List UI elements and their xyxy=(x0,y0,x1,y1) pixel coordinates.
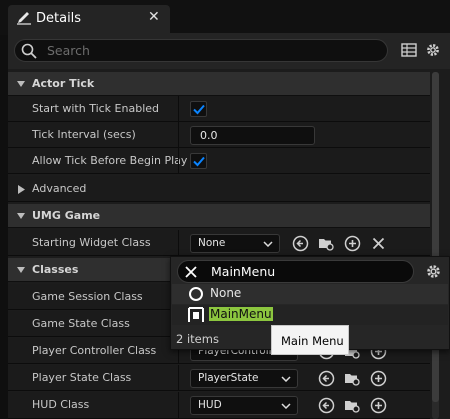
add-new-icon[interactable] xyxy=(370,397,387,414)
property-label: Player State Class xyxy=(32,371,132,384)
clear-search-icon[interactable] xyxy=(184,265,198,279)
class-picker-search-value: MainMenu xyxy=(211,264,276,279)
tab-title: Details xyxy=(36,11,82,26)
hud-value: HUD xyxy=(198,399,222,411)
allow-tick-checkbox[interactable] xyxy=(190,153,207,169)
starting-widget-value: None xyxy=(198,237,226,249)
column-divider[interactable] xyxy=(178,230,179,256)
details-tab[interactable]: Details ✕ xyxy=(8,5,170,33)
player-state-value: PlayerState xyxy=(198,372,259,384)
chevron-down-icon xyxy=(281,376,291,382)
property-row-hud: HUD Class HUD xyxy=(8,392,430,419)
tab-bar: Details ✕ xyxy=(0,0,450,35)
property-label: Tick Interval (secs) xyxy=(32,128,136,141)
item-count: 2 items xyxy=(176,332,219,346)
advanced-label: Advanced xyxy=(32,182,87,195)
category-label: Classes xyxy=(32,263,79,276)
class-option-label-highlighted: MainMenu xyxy=(209,307,273,321)
category-label: UMG Game xyxy=(32,209,101,222)
chevron-right-icon xyxy=(18,185,25,194)
tooltip-text: Main Menu xyxy=(281,334,344,348)
category-label: Actor Tick xyxy=(32,77,95,90)
tick-interval-value: 0.0 xyxy=(200,129,218,142)
close-tab-icon[interactable]: ✕ xyxy=(148,9,160,25)
browse-folder-icon[interactable] xyxy=(344,397,361,414)
tick-interval-field[interactable]: 0.0 xyxy=(190,126,315,145)
chevron-down-icon xyxy=(17,81,25,87)
column-divider[interactable] xyxy=(178,122,179,148)
property-row-advanced[interactable]: Advanced xyxy=(8,176,430,202)
settings-gear-icon[interactable] xyxy=(425,263,442,280)
category-umg-game[interactable]: UMG Game xyxy=(8,204,430,228)
property-label: Starting Widget Class xyxy=(32,236,151,249)
scrollbar-thumb[interactable] xyxy=(432,72,439,402)
start-with-tick-checkbox[interactable] xyxy=(190,101,207,117)
checkmark-icon xyxy=(193,156,205,167)
class-option-none[interactable]: None xyxy=(172,284,448,304)
use-selected-arrow-icon[interactable] xyxy=(318,370,335,387)
property-label: Start with Tick Enabled xyxy=(32,102,160,115)
add-new-icon[interactable] xyxy=(344,235,361,252)
column-divider[interactable] xyxy=(178,365,179,391)
class-option-mainmenu[interactable]: MainMenu xyxy=(172,305,448,325)
chevron-down-icon xyxy=(17,267,25,273)
player-state-combo[interactable]: PlayerState xyxy=(190,369,298,388)
column-divider[interactable] xyxy=(178,148,179,174)
settings-gear-icon[interactable] xyxy=(425,42,441,58)
tooltip: Main Menu xyxy=(271,325,349,355)
property-label: Game Session Class xyxy=(32,290,143,303)
use-selected-arrow-icon[interactable] xyxy=(318,397,335,414)
pencil-icon xyxy=(17,12,31,25)
search-icon xyxy=(21,43,37,59)
table-view-icon[interactable] xyxy=(401,42,417,58)
hud-combo[interactable]: HUD xyxy=(190,396,298,415)
browse-folder-icon[interactable] xyxy=(318,235,335,252)
column-divider[interactable] xyxy=(178,392,179,418)
class-option-label: None xyxy=(210,286,242,300)
chevron-down-icon xyxy=(281,403,291,409)
category-actor-tick[interactable]: Actor Tick xyxy=(8,72,430,96)
search-input[interactable]: Search xyxy=(14,39,388,62)
property-label: Player Controller Class xyxy=(32,344,157,357)
property-row-allow-tick: Allow Tick Before Begin Play xyxy=(8,148,430,174)
checkmark-icon xyxy=(193,104,205,115)
chevron-down-icon xyxy=(263,241,273,247)
use-selected-arrow-icon[interactable] xyxy=(292,235,309,252)
property-label: HUD Class xyxy=(32,398,90,411)
starting-widget-combo[interactable]: None xyxy=(190,234,280,253)
property-row-starting-widget: Starting Widget Class None xyxy=(8,230,430,256)
chevron-down-icon xyxy=(17,213,25,219)
search-placeholder: Search xyxy=(47,43,90,58)
clear-x-icon[interactable] xyxy=(370,235,387,252)
property-label: Allow Tick Before Begin Play xyxy=(32,154,188,167)
column-divider[interactable] xyxy=(178,96,179,122)
browse-folder-icon[interactable] xyxy=(344,370,361,387)
property-row-tick-interval: Tick Interval (secs) 0.0 xyxy=(8,122,430,148)
none-circle-icon xyxy=(189,287,203,301)
add-new-icon[interactable] xyxy=(370,370,387,387)
property-row-player-state: Player State Class PlayerState xyxy=(8,365,430,391)
property-row-start-with-tick: Start with Tick Enabled xyxy=(8,96,430,122)
class-picker-search-input[interactable]: MainMenu xyxy=(177,260,414,283)
widget-blueprint-icon xyxy=(188,307,204,322)
property-label: Game State Class xyxy=(32,317,130,330)
